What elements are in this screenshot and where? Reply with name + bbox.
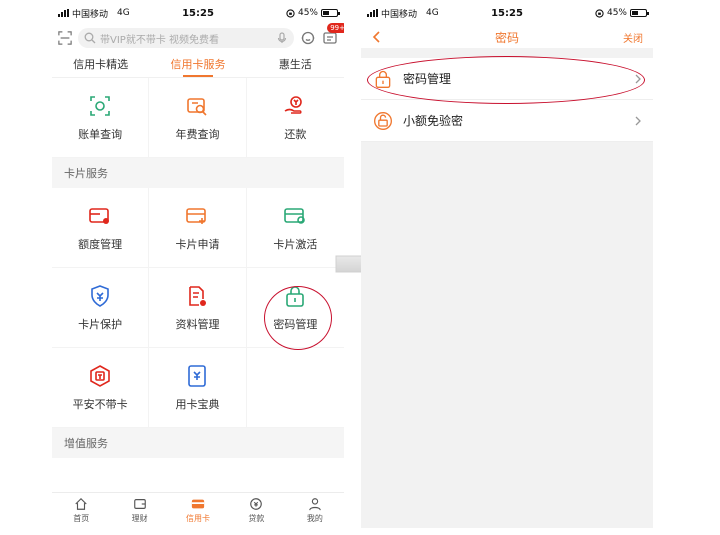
orientation-lock-icon bbox=[286, 8, 295, 18]
limit-management-icon bbox=[89, 207, 110, 224]
tabbar-item-credit-card[interactable]: 信用卡 bbox=[169, 493, 227, 528]
battery-percent: 45% bbox=[297, 8, 318, 18]
section-title-card-services: 卡片服务 bbox=[52, 158, 344, 188]
tabbar-item-home[interactable]: 首页 bbox=[52, 493, 110, 528]
grid-item-label: 还款 bbox=[284, 127, 307, 141]
tab-credit-card-picks[interactable]: 信用卡精选 bbox=[52, 50, 149, 77]
status-bar: 中国移动 4G 15:25 45% bbox=[361, 0, 653, 26]
search-placeholder: 带VIP就不带卡 视频免费看 bbox=[100, 34, 219, 46]
search-icon bbox=[84, 32, 96, 44]
grid-item-label: 额度管理 bbox=[78, 237, 123, 251]
grid-item-label: 账单查询 bbox=[78, 127, 123, 141]
grid-item-label: 卡片保护 bbox=[78, 317, 123, 331]
top-services-grid: 账单查询 年费查询 还款 bbox=[52, 78, 344, 158]
section-title-value-added: 增值服务 bbox=[52, 428, 344, 458]
book-icon bbox=[188, 364, 207, 387]
tab-benefit-life[interactable]: 惠生活 bbox=[247, 50, 344, 77]
left-phone-screen: 中国移动 4G 15:25 45% 带VIP就不带卡 视频免费看 99+ 信用卡… bbox=[52, 0, 344, 528]
grid-item-limit-management[interactable]: 额度管理 bbox=[52, 188, 150, 268]
grid-item-bill-query[interactable]: 账单查询 bbox=[52, 78, 150, 158]
battery-percent: 45% bbox=[606, 8, 627, 18]
tabbar-label: 信用卡 bbox=[186, 514, 211, 523]
chevron-right-icon bbox=[635, 74, 641, 83]
user-icon bbox=[309, 498, 321, 511]
grid-item-label: 用卡宝典 bbox=[175, 397, 220, 411]
tabbar-label: 理财 bbox=[131, 514, 148, 523]
grid-item-card-protection[interactable]: 卡片保护 bbox=[52, 268, 150, 348]
grid-item-card-guide[interactable]: 用卡宝典 bbox=[149, 348, 247, 428]
lock-icon bbox=[375, 70, 391, 88]
close-button[interactable]: 关闭 bbox=[623, 30, 643, 45]
grid-item-profile-management[interactable]: 资料管理 bbox=[149, 268, 247, 348]
top-tabs: 信用卡精选 信用卡服务 惠生活 bbox=[52, 50, 344, 78]
right-phone-screen: 中国移动 4G 15:25 45% 密码 关闭 密码管理 小额免验密 bbox=[361, 0, 653, 528]
card-services-grid: 额度管理 卡片申请 卡片激活 卡片保护 资料管理 密码管理 平安不带卡 用卡宝典 bbox=[52, 188, 344, 428]
grid-item-label: 资料管理 bbox=[175, 317, 220, 331]
scan-icon[interactable] bbox=[58, 31, 72, 45]
network-label: 4G bbox=[426, 8, 439, 18]
menu-item-label: 密码管理 bbox=[403, 72, 452, 86]
tabbar-item-wealth[interactable]: 理财 bbox=[110, 493, 168, 528]
status-time: 15:25 bbox=[491, 7, 523, 19]
search-bar: 带VIP就不带卡 视频免费看 99+ bbox=[52, 23, 344, 50]
customer-service-icon[interactable] bbox=[300, 30, 316, 46]
battery-icon bbox=[630, 9, 649, 17]
credit-card-icon bbox=[191, 499, 205, 509]
grid-item-label: 平安不带卡 bbox=[72, 397, 128, 411]
card-application-icon bbox=[186, 207, 207, 224]
signal-icon bbox=[58, 9, 69, 17]
network-label: 4G bbox=[117, 8, 130, 18]
menu-item-small-amount-no-verify[interactable]: 小额免验密 bbox=[361, 100, 653, 142]
grid-item-annual-fee-query[interactable]: 年费查询 bbox=[149, 78, 247, 158]
message-button[interactable]: 99+ bbox=[322, 23, 344, 46]
message-badge: 99+ bbox=[327, 23, 344, 33]
card-activation-icon bbox=[284, 207, 306, 224]
tabbar-label: 我的 bbox=[306, 514, 323, 523]
grid-item-label: 卡片申请 bbox=[175, 237, 220, 251]
unlock-icon bbox=[374, 111, 392, 130]
grid-item-ping-an-cardless[interactable]: 平安不带卡 bbox=[52, 348, 150, 428]
battery-icon bbox=[321, 9, 340, 17]
tabbar-label: 首页 bbox=[73, 514, 90, 523]
wallet-icon bbox=[133, 499, 146, 509]
chevron-right-icon bbox=[635, 116, 641, 125]
repayment-icon bbox=[284, 95, 303, 114]
loan-icon bbox=[250, 498, 263, 510]
microphone-icon[interactable] bbox=[276, 32, 288, 44]
page-title: 密码 bbox=[494, 30, 520, 45]
tabbar-item-loan[interactable]: 贷款 bbox=[227, 493, 285, 528]
cardless-icon bbox=[90, 364, 110, 387]
profile-management-icon bbox=[189, 285, 207, 306]
grid-item-card-application[interactable]: 卡片申请 bbox=[149, 188, 247, 268]
grid-item-repayment[interactable]: 还款 bbox=[246, 78, 344, 158]
bill-query-icon bbox=[90, 95, 110, 116]
search-input[interactable]: 带VIP就不带卡 视频免费看 bbox=[78, 28, 294, 48]
tab-credit-card-services[interactable]: 信用卡服务 bbox=[149, 50, 246, 77]
carrier-label: 中国移动 bbox=[381, 9, 418, 20]
orientation-lock-icon bbox=[595, 8, 604, 18]
bottom-tab-bar: 首页 理财 信用卡 贷款 我的 bbox=[52, 492, 344, 528]
back-chevron-icon[interactable] bbox=[371, 31, 383, 43]
annual-fee-icon bbox=[187, 97, 208, 116]
grid-item-empty bbox=[246, 348, 344, 428]
grid-item-card-activation[interactable]: 卡片激活 bbox=[246, 188, 344, 268]
home-icon bbox=[75, 497, 87, 510]
tabbar-item-profile[interactable]: 我的 bbox=[286, 493, 344, 528]
status-bar: 中国移动 4G 15:25 45% bbox=[52, 0, 344, 26]
grid-item-label: 密码管理 bbox=[273, 317, 318, 331]
tabbar-label: 贷款 bbox=[248, 514, 265, 523]
grid-item-password-management[interactable]: 密码管理 bbox=[246, 268, 344, 348]
status-time: 15:25 bbox=[182, 7, 214, 19]
carrier-label: 中国移动 bbox=[72, 9, 109, 20]
grid-item-label: 年费查询 bbox=[175, 127, 220, 141]
menu-item-password-management[interactable]: 密码管理 bbox=[361, 58, 653, 100]
lock-icon bbox=[286, 285, 305, 307]
grid-item-label: 卡片激活 bbox=[273, 237, 318, 251]
menu-item-label: 小额免验密 bbox=[403, 114, 464, 128]
nav-bar: 密码 关闭 bbox=[361, 26, 653, 48]
shield-icon bbox=[91, 284, 109, 307]
signal-icon bbox=[367, 9, 378, 17]
